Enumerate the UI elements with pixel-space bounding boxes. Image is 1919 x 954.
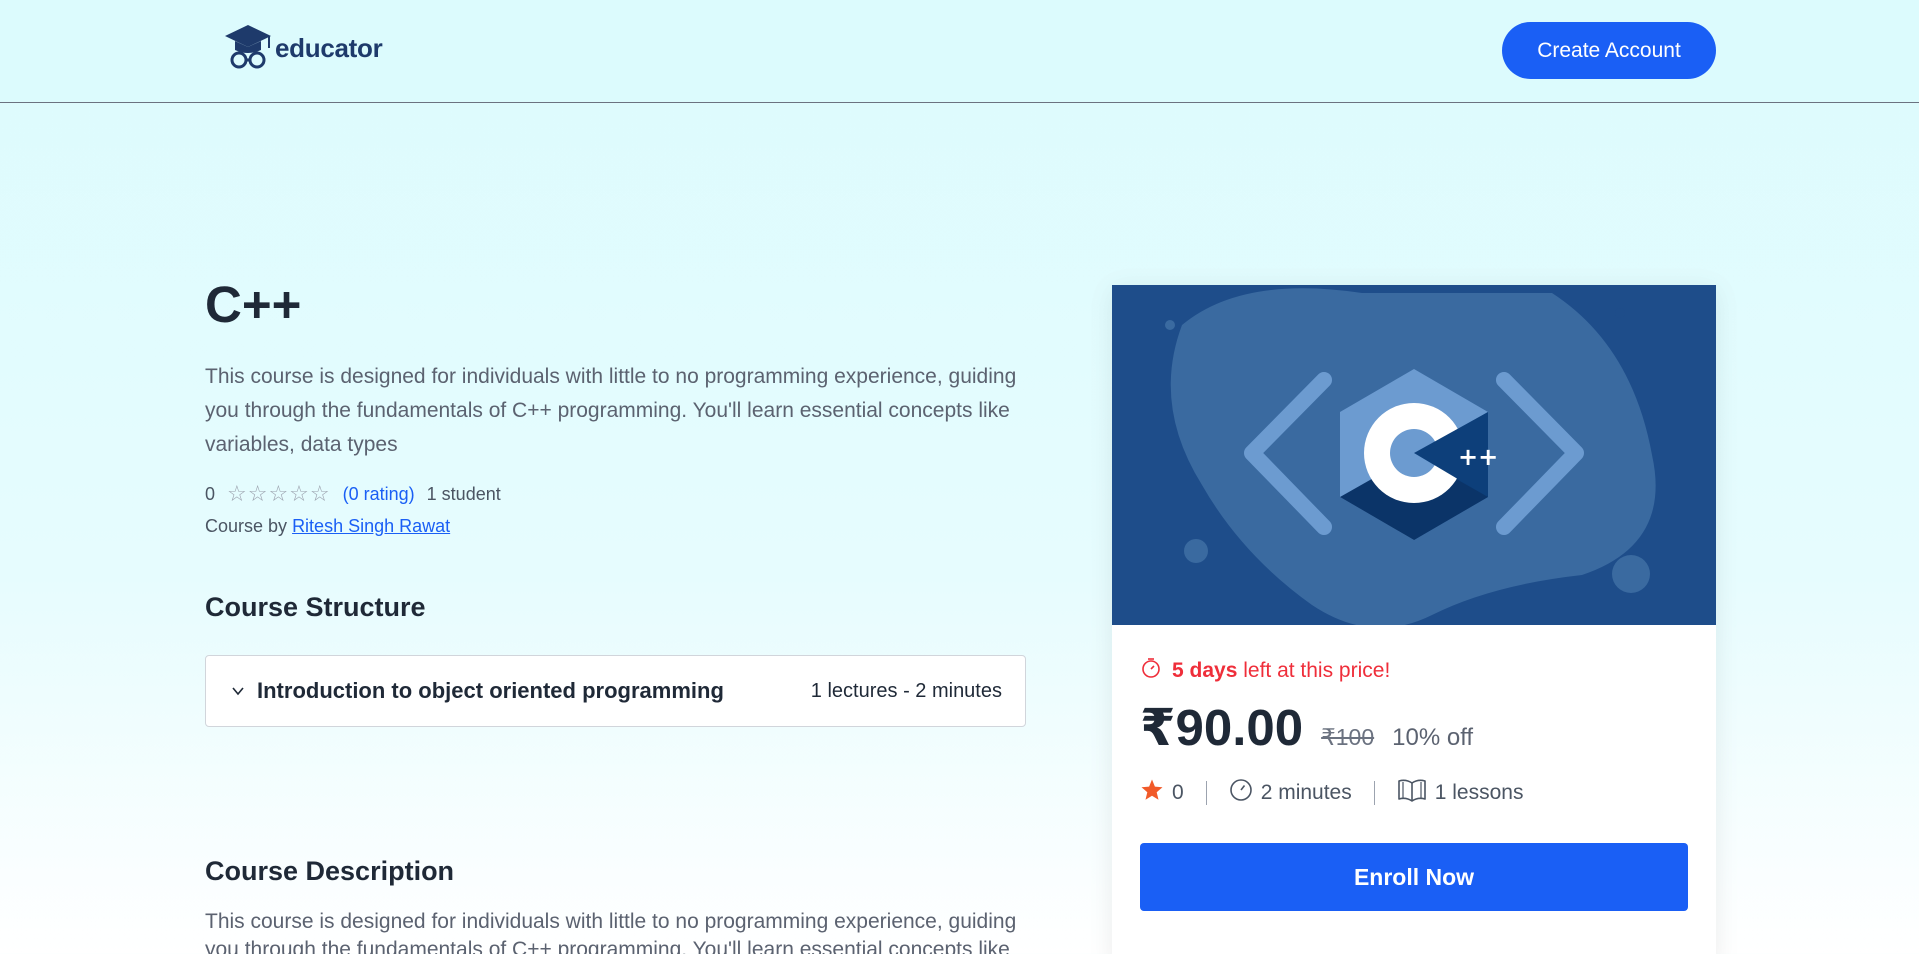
original-price: ₹100 [1321, 724, 1375, 750]
chapter-meta: 1 lectures - 2 minutes [810, 679, 1002, 702]
course-description-heading: Course Description [205, 856, 455, 886]
chevron-down-icon [229, 682, 247, 700]
price-urgency: 5 days left at this price! [1140, 657, 1390, 685]
stat-divider [1373, 781, 1375, 805]
graduation-cap-icon [223, 22, 273, 75]
timer-icon [1140, 657, 1162, 685]
current-price: ₹90.00 [1140, 699, 1304, 756]
create-account-button[interactable]: Create Account [1502, 22, 1716, 79]
urgency-text: left at this price! [1237, 659, 1391, 682]
price-row: ₹90.00 ₹100 10% off [1140, 698, 1473, 758]
course-by: Course by Ritesh Singh Rawat [205, 516, 450, 537]
course-stats: 0 2 minutes 1 lessons [1140, 778, 1523, 808]
chapter-item[interactable]: Introduction to object oriented programm… [205, 655, 1026, 727]
course-by-label: Course by [205, 516, 288, 536]
rating-stat: 0 [1140, 778, 1184, 808]
course-title: C++ [205, 276, 302, 333]
instructor-link[interactable]: Ritesh Singh Rawat [292, 516, 450, 536]
duration-stat: 2 minutes [1229, 778, 1352, 808]
students-count: 1 student [426, 483, 501, 504]
urgency-days: 5 days [1172, 659, 1238, 682]
book-open-icon [1397, 778, 1427, 808]
stat-divider [1205, 781, 1207, 805]
course-description-text: This course is designed for individuals … [205, 910, 1017, 954]
site-header: educator Create Account [0, 0, 1919, 103]
rating-count: (0 rating) [342, 483, 415, 504]
rating-value: 0 [205, 483, 216, 504]
logo-text: educator [275, 32, 383, 63]
star-icon [1140, 778, 1164, 808]
course-structure-heading: Course Structure [205, 592, 426, 622]
enroll-now-button[interactable]: Enroll Now [1140, 843, 1688, 911]
discount-label: 10% off [1392, 724, 1474, 751]
rating-row: 0 ☆☆☆☆☆ (0 rating) 1 student [205, 481, 501, 507]
course-summary: This course is designed for individuals … [205, 365, 1017, 456]
lessons-stat-value: 1 lessons [1434, 781, 1524, 804]
duration-stat-value: 2 minutes [1260, 781, 1352, 804]
clock-icon [1229, 778, 1253, 808]
course-thumbnail: ++ [1112, 285, 1716, 625]
lessons-stat: 1 lessons [1397, 778, 1524, 808]
rating-stars: ☆☆☆☆☆ [227, 481, 331, 506]
chapter-title: Introduction to object oriented programm… [257, 678, 724, 703]
rating-stat-value: 0 [1172, 781, 1184, 804]
logo[interactable]: educator [223, 22, 383, 75]
enroll-card: ++ 5 days left at this price! ₹90.00 ₹10… [1112, 285, 1716, 954]
svg-text:++: ++ [1458, 443, 1498, 471]
